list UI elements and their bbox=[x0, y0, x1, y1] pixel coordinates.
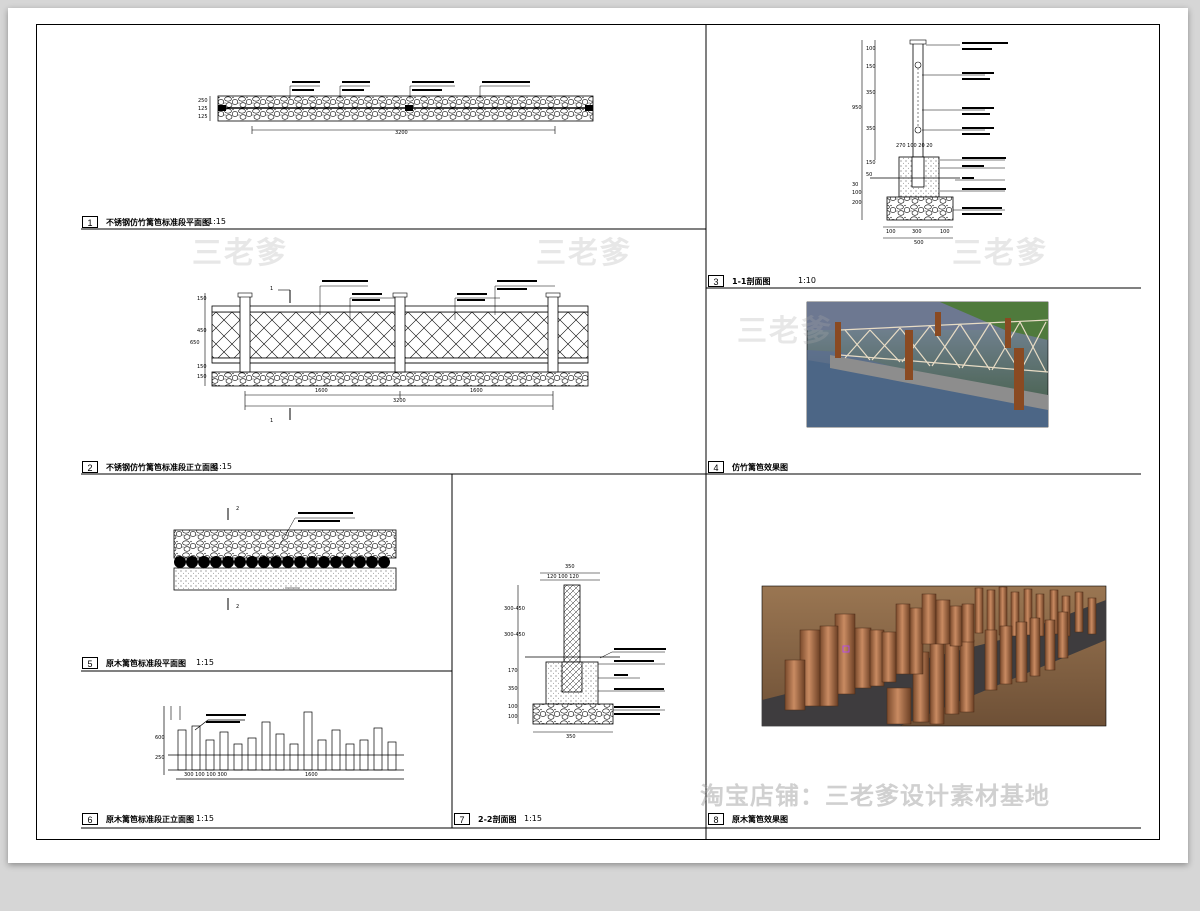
p3-dim-2: 150 bbox=[866, 64, 876, 70]
p1-dim-b: 125 bbox=[198, 106, 208, 112]
p3-dim-mid: 270 100 20 20 bbox=[896, 143, 933, 149]
panel1-number: 1 bbox=[82, 216, 98, 228]
p6-dim-bottom: 300 100 100 300 bbox=[184, 772, 227, 778]
p2-dim-d: 150 bbox=[197, 364, 207, 370]
panel5-plan bbox=[173, 508, 397, 610]
panel6-title: 原木篱笆标准段正立面图 bbox=[106, 815, 194, 824]
panel2-scale: 1:15 bbox=[214, 462, 232, 471]
p2-dim-total: 3200 bbox=[393, 398, 406, 404]
panel7-number: 7 bbox=[454, 813, 470, 825]
panel2-number: 2 bbox=[82, 461, 98, 473]
p2-dim-b: 450 bbox=[197, 328, 207, 334]
panel8-title: 原木篱笆效果图 bbox=[732, 815, 788, 824]
watermark-4: 三老爹 bbox=[737, 314, 833, 349]
p7-dim-top: 350 bbox=[565, 564, 575, 570]
panel3-number: 3 bbox=[708, 275, 724, 287]
panel6-scale: 1:15 bbox=[196, 814, 214, 823]
footer-watermark: 淘宝店铺：三老爹设计素材基地 bbox=[700, 782, 1050, 810]
p7-dim-6: 100 bbox=[508, 714, 518, 720]
p3-dim-b1: 100 bbox=[886, 229, 896, 235]
p3-dim-total: 500 bbox=[914, 240, 924, 246]
p7-dim-1: 300-450 bbox=[504, 606, 525, 612]
panel3-scale: 1:10 bbox=[798, 276, 816, 285]
panel7-section bbox=[517, 572, 666, 733]
p6-dim-total: 1600 bbox=[305, 772, 318, 778]
panel7-title: 2-2剖面图 bbox=[478, 815, 517, 824]
panel3-section bbox=[861, 39, 1008, 239]
p7-dim-topsub: 120 100 120 bbox=[547, 574, 579, 580]
p1-total-dim: 3200 bbox=[395, 130, 408, 136]
panel5-number: 5 bbox=[82, 657, 98, 669]
p3-dim-30: 30 bbox=[852, 182, 859, 188]
panel1-title: 不锈钢仿竹篱笆标准段平面图 bbox=[106, 218, 210, 227]
p7-dim-4: 350 bbox=[508, 686, 518, 692]
panel6-elevation bbox=[163, 706, 404, 780]
panel4-number: 4 bbox=[708, 461, 724, 473]
p3-dim-b2: 300 bbox=[912, 229, 922, 235]
p3-dim-5: 150 bbox=[866, 160, 876, 166]
panel3-title: 1-1剖面图 bbox=[732, 277, 771, 286]
panel1-plan bbox=[209, 81, 594, 134]
p3-dim-3: 350 bbox=[866, 90, 876, 96]
p2-dim-right-half: 1600 bbox=[470, 388, 483, 394]
panel4-render bbox=[806, 301, 1049, 428]
p3-dim-b3: 100 bbox=[940, 229, 950, 235]
panel5-title: 原木篱笆标准段平面图 bbox=[106, 659, 186, 668]
panel8-render bbox=[761, 585, 1107, 727]
panel6-number: 6 bbox=[82, 813, 98, 825]
p7-dim-5: 100 bbox=[508, 704, 518, 710]
p1-dim-c: 125 bbox=[198, 114, 208, 120]
p3-dim-100: 100 bbox=[852, 190, 862, 196]
panel1-scale: 1:15 bbox=[208, 217, 226, 226]
drawing-canvas bbox=[81, 24, 1141, 840]
panel5-scale: 1:15 bbox=[196, 658, 214, 667]
p2-dim-c: 650 bbox=[190, 340, 200, 346]
p7-dim-bottom: 350 bbox=[566, 734, 576, 740]
panel4-title: 仿竹篱笆效果图 bbox=[732, 463, 788, 472]
p3-dim-6: 50 bbox=[866, 172, 873, 178]
p7-dim-3: 170 bbox=[508, 668, 518, 674]
watermark-2: 三老爹 bbox=[536, 236, 632, 271]
p2-dim-e: 150 bbox=[197, 374, 207, 380]
p2-section-mark-bottom: 1 bbox=[270, 418, 274, 424]
p3-dim-200: 200 bbox=[852, 200, 862, 206]
misc-lines bbox=[170, 706, 181, 720]
p3-dim-4: 350 bbox=[866, 126, 876, 132]
p1-dim-a: 250 bbox=[198, 98, 208, 104]
p6-dim-base: 250 bbox=[155, 755, 165, 761]
p7-dim-2: 300-450 bbox=[504, 632, 525, 638]
watermark-1: 三老爹 bbox=[192, 236, 288, 271]
p3-dim-height: 950 bbox=[852, 105, 862, 111]
p2-dim-left-half: 1600 bbox=[315, 388, 328, 394]
panel8-number: 8 bbox=[708, 813, 724, 825]
p3-dim-1: 100 bbox=[866, 46, 876, 52]
panel2-title: 不锈钢仿竹篱笆标准段正立面图 bbox=[106, 463, 218, 472]
p5-section-mark-top: 2 bbox=[236, 506, 240, 512]
p5-section-mark-bottom: 2 bbox=[236, 604, 240, 610]
p2-section-mark-top: 1 bbox=[270, 286, 274, 292]
watermark-3: 三老爹 bbox=[952, 236, 1048, 271]
p6-dim-height: 600 bbox=[155, 735, 165, 741]
panel7-scale: 1:15 bbox=[524, 814, 542, 823]
p2-dim-a: 150 bbox=[197, 296, 207, 302]
